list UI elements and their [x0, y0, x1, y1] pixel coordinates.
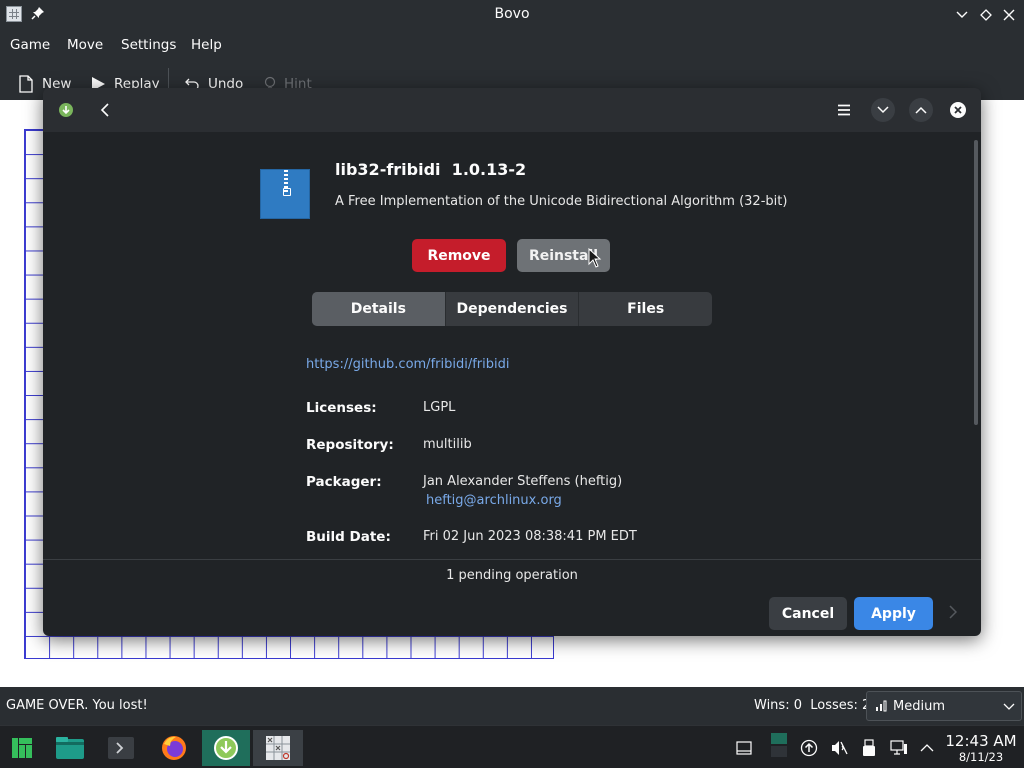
project-url-link[interactable]: https://github.com/fribidi/fribidi	[306, 357, 509, 372]
difficulty-value: Medium	[893, 698, 945, 714]
minimize-dialog-button[interactable]	[871, 98, 895, 122]
chevron-down-icon	[877, 106, 889, 114]
package-name: lib32-fribidi 1.0.13-2	[335, 160, 527, 179]
package-details-dialog: lib32-fribidi 1.0.13-2 A Free Implementa…	[43, 88, 981, 636]
window-titlebar: Bovo	[0, 0, 1024, 30]
clock-time[interactable]: 12:43 AM	[942, 732, 1020, 750]
show-hidden-tray-icon[interactable]	[917, 738, 937, 758]
scrollbar[interactable]	[974, 140, 978, 425]
minimize-button[interactable]	[952, 5, 972, 25]
menubar: Game Move Settings Help	[0, 30, 1024, 60]
usb-device-icon[interactable]	[859, 738, 879, 758]
tab-details[interactable]: Details	[312, 292, 446, 326]
pin-icon[interactable]	[31, 6, 47, 22]
chevron-down-icon	[1003, 703, 1015, 710]
package-archive-icon	[260, 169, 310, 219]
close-window-button[interactable]	[999, 5, 1019, 25]
virtual-desktop-pager[interactable]	[768, 732, 790, 758]
difficulty-select[interactable]: Medium	[866, 691, 1022, 721]
packager-email-link[interactable]: heftig@archlinux.org	[426, 493, 562, 508]
new-document-icon	[19, 75, 33, 93]
mouse-cursor-icon	[588, 248, 602, 268]
menu-button[interactable]	[832, 98, 856, 122]
clock-date[interactable]: 8/11/23	[942, 750, 1020, 764]
bovo-game-icon	[266, 736, 290, 760]
volume-muted-icon[interactable]	[829, 738, 849, 758]
menu-move[interactable]: Move	[67, 37, 103, 53]
diamond-icon	[980, 9, 992, 21]
taskbar-bovo[interactable]	[253, 730, 303, 766]
cancel-button[interactable]: Cancel	[769, 597, 847, 630]
maximize-dialog-button[interactable]	[909, 98, 933, 122]
menu-settings[interactable]: Settings	[121, 37, 176, 53]
score-display: Wins: 0 Losses: 2	[754, 698, 871, 713]
packager-value: Jan Alexander Steffens (heftig)	[423, 474, 623, 489]
taskbar-firefox[interactable]	[154, 730, 194, 766]
window-title: Bovo	[494, 6, 530, 22]
chevron-right-icon	[949, 605, 957, 619]
menu-game[interactable]: Game	[10, 37, 50, 53]
dialog-header	[43, 88, 981, 132]
package-install-icon	[214, 736, 238, 760]
close-dialog-button[interactable]	[946, 98, 970, 122]
signal-bars-icon	[876, 700, 887, 712]
close-icon	[950, 102, 966, 118]
packager-label: Packager:	[306, 474, 382, 490]
firefox-icon	[162, 736, 186, 760]
chevron-up-icon	[920, 744, 934, 752]
details-tabs: Details Dependencies Files	[312, 292, 712, 326]
remove-button[interactable]: Remove	[412, 239, 506, 272]
chevron-left-icon	[100, 103, 109, 117]
chevron-down-icon	[956, 11, 968, 18]
menu-help[interactable]: Help	[191, 37, 222, 53]
taskbar-terminal[interactable]	[101, 730, 141, 766]
manjaro-logo-icon	[12, 738, 32, 758]
close-icon	[1003, 9, 1015, 21]
licenses-label: Licenses:	[306, 400, 377, 416]
build-date-value: Fri 02 Jun 2023 08:38:41 PM EDT	[423, 529, 637, 544]
chevron-up-icon	[915, 106, 927, 114]
apply-button[interactable]: Apply	[854, 597, 933, 630]
folder-icon	[56, 737, 84, 759]
application-launcher-button[interactable]	[2, 730, 42, 766]
licenses-value: LGPL	[423, 400, 456, 415]
taskbar: 12:43 AM 8/11/23	[0, 725, 1024, 768]
pamac-app-icon	[54, 98, 78, 122]
network-icon[interactable]	[889, 738, 909, 758]
hamburger-menu-icon	[838, 104, 850, 116]
footer-divider	[43, 559, 981, 560]
package-description: A Free Implementation of the Unicode Bid…	[335, 194, 788, 209]
maximize-button[interactable]	[976, 5, 996, 25]
tab-files[interactable]: Files	[579, 292, 712, 326]
repository-value: multilib	[423, 437, 472, 452]
updates-icon[interactable]	[799, 738, 819, 758]
back-button[interactable]	[93, 98, 117, 122]
pending-operations-text[interactable]: 1 pending operation	[43, 568, 981, 583]
game-status-message: GAME OVER. You lost!	[6, 698, 148, 713]
tab-dependencies[interactable]: Dependencies	[446, 292, 580, 326]
build-date-label: Build Date:	[306, 529, 391, 545]
terminal-icon	[108, 737, 134, 759]
show-desktop-icon[interactable]	[734, 738, 754, 758]
taskbar-file-manager[interactable]	[50, 730, 90, 766]
repository-label: Repository:	[306, 437, 394, 453]
taskbar-package-manager[interactable]	[202, 730, 250, 766]
bovo-app-icon[interactable]	[6, 6, 22, 22]
